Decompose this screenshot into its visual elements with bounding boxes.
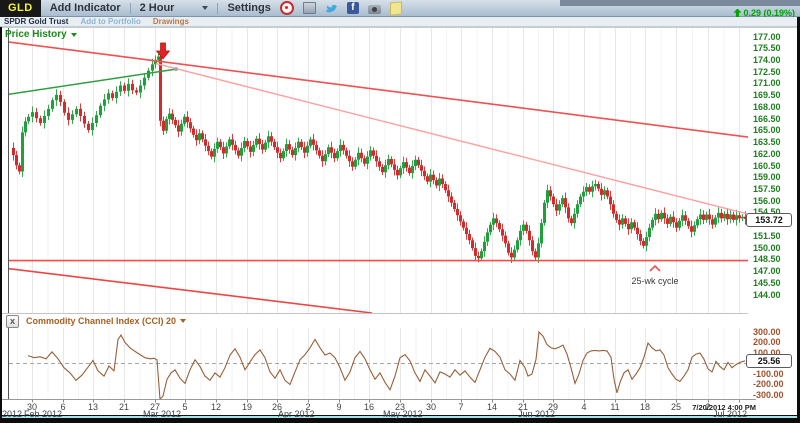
charting-app: GLD Add Indicator 2 Hour Settings 0.29 (…: [0, 0, 800, 423]
cci-tick-label: -200.00: [753, 380, 784, 389]
chart-surface: [2, 27, 797, 415]
price-tick-label: 168.00: [753, 103, 781, 112]
date-tick-label: 11: [605, 403, 625, 412]
facebook-icon[interactable]: [347, 2, 359, 14]
drawings-link[interactable]: Drawings: [153, 17, 189, 26]
add-to-portfolio-link[interactable]: Add to Portfolio: [80, 17, 140, 26]
window-frame: [0, 418, 800, 423]
price-tick-label: 156.00: [753, 197, 781, 206]
cci-tick-label: -100.00: [753, 370, 784, 379]
month-label: 2012: [2, 410, 22, 419]
price-tick-label: 174.00: [753, 56, 781, 65]
cci-panel-header: x Commodity Channel Index (CCI) 20: [2, 313, 748, 328]
date-tick-label: 21: [114, 403, 134, 412]
date-tick-label: 18: [635, 403, 655, 412]
price-tick-label: 145.50: [753, 279, 781, 288]
cci-tick-label: -300.00: [753, 391, 784, 400]
alarm-clock-icon[interactable]: [280, 1, 294, 15]
settings-button[interactable]: Settings: [227, 2, 270, 14]
current-price-tag: 153.72: [746, 213, 792, 227]
cci-dropdown[interactable]: Commodity Channel Index (CCI) 20: [26, 316, 186, 326]
cycle-annotation-label: 25-wk cycle: [623, 276, 687, 286]
symbol-tab[interactable]: GLD: [0, 0, 41, 17]
price-history-label: Price History: [5, 29, 67, 40]
toolbar-separator: [217, 3, 218, 14]
last-update-timestamp: 7/20/2012 4:00 PM: [684, 403, 756, 412]
toolbar-separator: [130, 3, 131, 14]
timeframe-select[interactable]: 2 Hour: [140, 2, 209, 14]
price-tick-label: 160.50: [753, 162, 781, 171]
price-tick-label: 157.50: [753, 185, 781, 194]
sticky-note-icon[interactable]: [390, 1, 402, 15]
price-tick-label: 162.00: [753, 150, 781, 159]
month-label: Jun 2012: [518, 410, 555, 419]
add-indicator-button[interactable]: Add Indicator: [50, 2, 121, 14]
cube-icon[interactable]: [303, 2, 316, 14]
month-label: May 2012: [383, 410, 423, 419]
price-tick-label: 175.50: [753, 44, 781, 53]
cci-value-tag: 25.56: [746, 354, 792, 368]
chevron-down-icon: [180, 319, 186, 323]
date-tick-label: 16: [359, 403, 379, 412]
toolbar: GLD Add Indicator 2 Hour Settings 0.29 (…: [0, 0, 800, 17]
price-tick-label: 163.50: [753, 138, 781, 147]
month-label: Mar 2012: [143, 410, 181, 419]
cci-close-button[interactable]: x: [6, 315, 19, 328]
date-tick-label: 25: [666, 403, 686, 412]
date-tick-label: 7: [451, 403, 471, 412]
price-tick-label: 177.00: [753, 33, 781, 42]
price-tick-label: 159.00: [753, 173, 781, 182]
price-tick-label: 166.50: [753, 115, 781, 124]
price-tick-label: 169.50: [753, 91, 781, 100]
price-tick-label: 171.00: [753, 79, 781, 88]
symbol-name: SPDR Gold Trust: [4, 17, 68, 26]
date-tick-label: 13: [83, 403, 103, 412]
price-tick-label: 150.00: [753, 244, 781, 253]
cci-tick-label: 200.00: [753, 338, 781, 347]
chevron-down-icon: [71, 33, 77, 37]
date-tick-label: 19: [237, 403, 257, 412]
camera-icon[interactable]: [368, 5, 381, 14]
date-tick-label: 30: [421, 403, 441, 412]
date-tick-label: 9: [329, 403, 349, 412]
price-tick-label: 165.00: [753, 126, 781, 135]
window-frame: [0, 27, 2, 418]
price-tick-label: 172.50: [753, 68, 781, 77]
price-tick-label: 147.00: [753, 267, 781, 276]
cci-title-label: Commodity Channel Index (CCI) 20: [26, 316, 176, 326]
price-history-dropdown[interactable]: Price History: [5, 29, 77, 40]
price-tick-label: 148.50: [753, 255, 781, 264]
chevron-down-icon: [202, 6, 208, 10]
cci-tick-label: 300.00: [753, 328, 781, 337]
price-tick-label: 151.50: [753, 232, 781, 241]
date-tick-label: 4: [574, 403, 594, 412]
month-label: Feb 2012: [24, 410, 62, 419]
timeframe-value: 2 Hour: [140, 2, 175, 14]
date-tick-label: 12: [206, 403, 226, 412]
subheader: SPDR Gold Trust Add to Portfolio Drawing…: [0, 17, 800, 27]
price-tick-label: 144.00: [753, 291, 781, 300]
date-tick-label: 14: [482, 403, 502, 412]
month-label: Apr 2012: [278, 410, 315, 419]
window-edge: [560, 0, 800, 6]
twitter-bird-icon[interactable]: [325, 2, 338, 14]
